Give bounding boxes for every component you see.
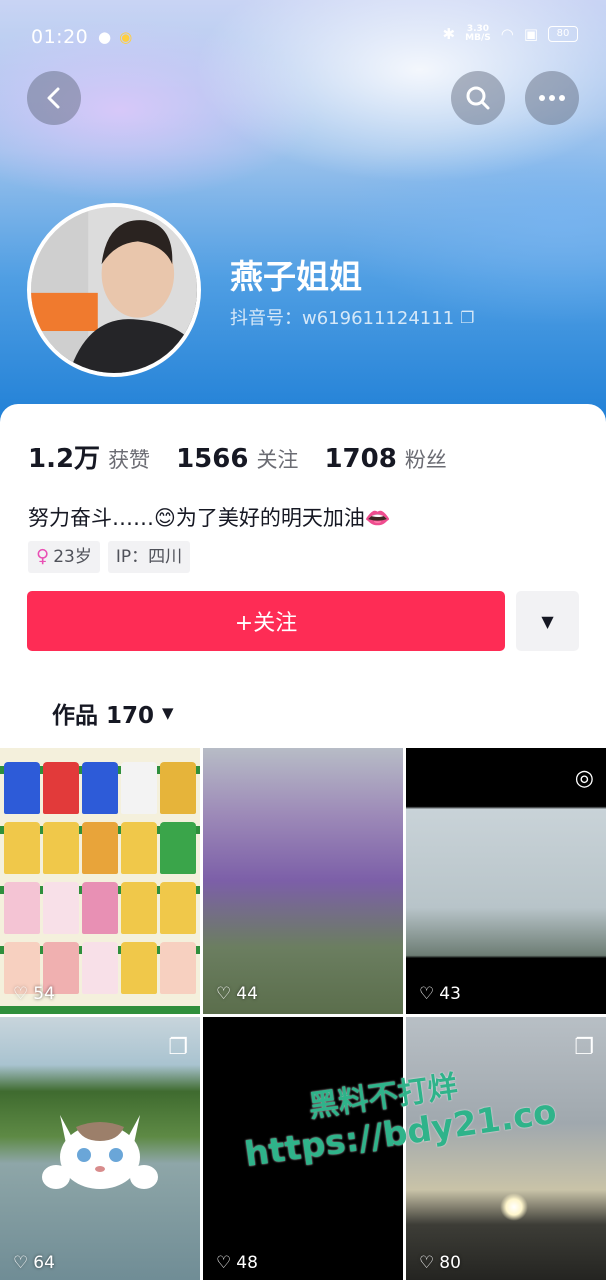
network-speed: 3.30 MB/S (465, 25, 491, 43)
cat-sticker-image (42, 1115, 158, 1189)
more-dots-icon (539, 95, 565, 101)
live-photo-icon: ◎ (574, 766, 594, 791)
wifi-icon: ◠ (500, 25, 514, 43)
video-tile[interactable]: ◎ ♡ 43 (406, 748, 606, 1014)
stat-followers-value: 1708 (324, 444, 397, 474)
wechat-icon: ● (98, 28, 112, 46)
heart-icon: ♡ (419, 984, 435, 1004)
video-likes: ♡ 80 (419, 1253, 461, 1273)
ip-tag-text: IP：四川 (115, 547, 183, 567)
bluetooth-icon: ✱ (442, 25, 456, 43)
heart-icon: ♡ (419, 1253, 435, 1273)
video-tile[interactable]: ♡ 54 (0, 748, 200, 1014)
video-tile[interactable]: ♡ 44 (203, 748, 403, 1014)
video-likes-count: 44 (236, 984, 258, 1004)
more-actions-dropdown[interactable]: ▼ (516, 591, 579, 651)
back-button[interactable] (27, 71, 81, 125)
multi-image-icon: ❐ (574, 1035, 594, 1060)
status-left-icons: ● ◉ (98, 27, 132, 47)
weibo-icon: ◉ (119, 28, 133, 46)
video-likes: ♡ 43 (419, 984, 461, 1004)
avatar-image (31, 207, 197, 373)
video-likes-count: 43 (439, 984, 461, 1004)
tab-works-label: 作品 170 (52, 703, 155, 729)
stat-likes[interactable]: 1.2万 获赞 (28, 438, 150, 475)
status-time: 01:20 (31, 26, 89, 48)
video-likes: ♡ 44 (216, 984, 258, 1004)
chevron-left-icon (47, 87, 60, 109)
heart-icon: ♡ (216, 1253, 232, 1273)
heart-icon: ♡ (13, 1253, 29, 1273)
battery-icon: 80 (548, 26, 578, 42)
bio: 努力奋斗……😊为了美好的明天加油👄 (28, 506, 392, 530)
network-speed-unit: MB/S (465, 33, 491, 43)
search-icon (466, 86, 490, 110)
status-bar: 01:20 ● ◉ ✱ 3.30 MB/S ◠ ▣ 80 (0, 0, 606, 78)
video-likes-count: 48 (236, 1253, 258, 1273)
stat-followers[interactable]: 1708 粉丝 (324, 444, 446, 474)
heart-icon: ♡ (216, 984, 232, 1004)
video-tile[interactable]: ❐ ♡ 64 (0, 1017, 200, 1280)
more-button[interactable] (525, 71, 579, 125)
sun-image (500, 1193, 528, 1221)
video-grid: ♡ 54 ♡ 44 ◎ ♡ 43 ❐ ♡ 64 ♡ 48 ❐ ♡ 80 (0, 748, 606, 1280)
follow-button[interactable]: +关注 (27, 591, 505, 651)
stat-likes-value: 1.2万 (28, 444, 101, 474)
stat-following[interactable]: 1566 关注 (176, 444, 298, 474)
sim-icon: ▣ (523, 25, 538, 43)
video-likes-count: 80 (439, 1253, 461, 1273)
stat-following-label: 关注 (256, 448, 299, 472)
stats-row: 1.2万 获赞 1566 关注 1708 粉丝 (28, 438, 447, 475)
video-likes: ♡ 54 (13, 984, 55, 1004)
ip-tag: IP：四川 (107, 541, 191, 573)
video-likes: ♡ 48 (216, 1253, 258, 1273)
video-likes-count: 64 (33, 1253, 55, 1273)
douyin-id-text: 抖音号：w619611124111 (230, 308, 455, 329)
female-icon: ♀ (36, 546, 50, 567)
age-tag: ♀ 23岁 (28, 541, 100, 573)
age-tag-text: 23岁 (53, 547, 92, 567)
video-likes: ♡ 64 (13, 1253, 55, 1273)
tab-works[interactable]: 作品 170 ▼ (52, 696, 174, 730)
avatar[interactable] (27, 203, 201, 377)
status-right-icons: ✱ 3.30 MB/S ◠ ▣ 80 (443, 24, 578, 44)
video-likes-count: 54 (33, 984, 55, 1004)
stat-following-value: 1566 (176, 444, 249, 474)
copy-icon[interactable]: ❐ (460, 308, 474, 327)
douyin-id: 抖音号：w619611124111 ❐ (230, 304, 475, 330)
heart-icon: ♡ (13, 984, 29, 1004)
profile-tags: ♀ 23岁 IP：四川 (28, 541, 191, 573)
search-button[interactable] (451, 71, 505, 125)
caret-down-icon: ▼ (541, 611, 554, 631)
stat-followers-label: 粉丝 (404, 448, 447, 472)
nickname: 燕子姐姐 (230, 257, 362, 296)
stat-likes-label: 获赞 (108, 448, 151, 472)
caret-down-icon: ▼ (162, 704, 174, 722)
multi-image-icon: ❐ (168, 1035, 188, 1060)
